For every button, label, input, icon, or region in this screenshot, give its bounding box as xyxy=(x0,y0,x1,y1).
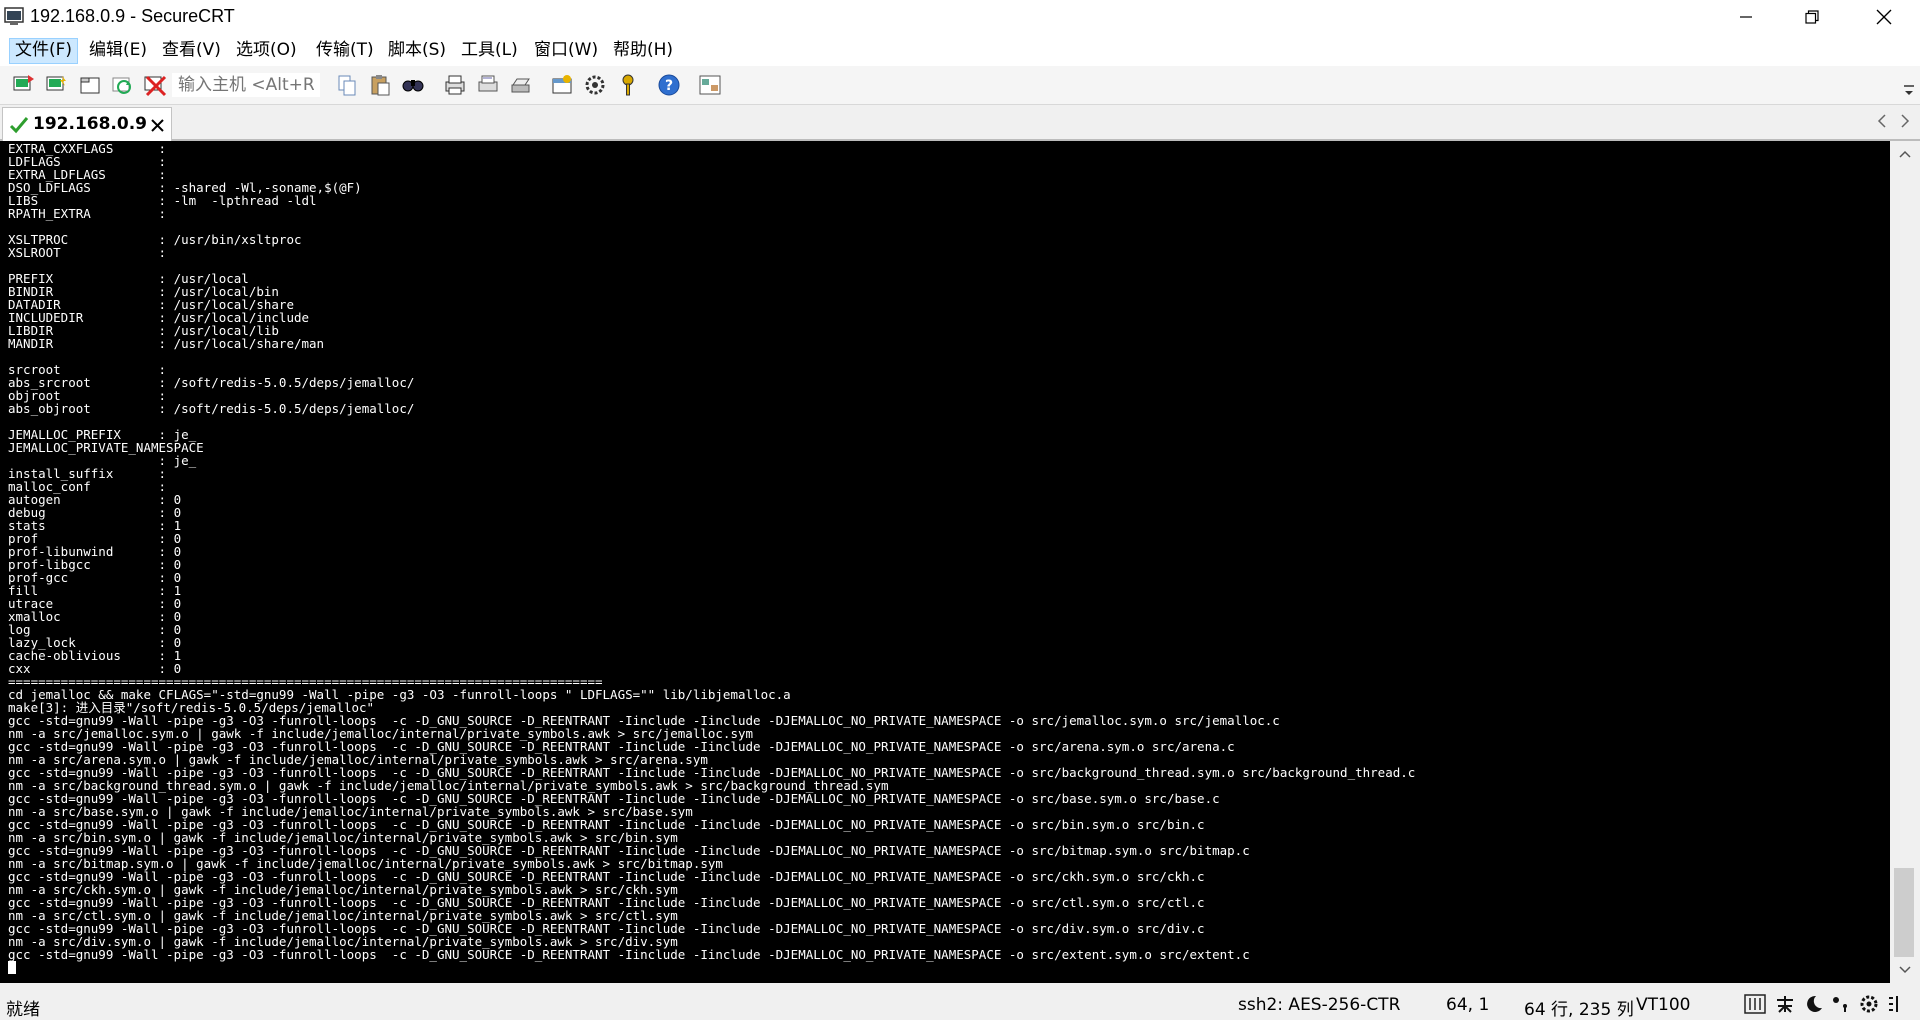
global-options-icon[interactable] xyxy=(583,73,607,97)
terminal-scrollbar[interactable] xyxy=(1890,141,1920,983)
scroll-up-icon[interactable] xyxy=(1898,149,1912,159)
restore-icon xyxy=(1805,10,1819,24)
menu-bar: 文件(F) 编辑(E) 查看(V) 选项(O) 传输(T) 脚本(S) 工具(L… xyxy=(0,34,1920,66)
keymap-icon[interactable] xyxy=(616,73,640,97)
tab-close-icon[interactable] xyxy=(151,119,164,132)
menu-tools[interactable]: 工具(L) xyxy=(456,38,523,62)
status-cursor-position: 64, 1 xyxy=(1446,995,1490,1015)
print-icon[interactable] xyxy=(443,73,467,97)
terminal-cursor xyxy=(8,961,16,974)
restore-button[interactable] xyxy=(1782,0,1842,34)
toolbar-overflow-icon[interactable] xyxy=(1902,82,1916,98)
scrollbar-thumb[interactable] xyxy=(1894,868,1914,957)
host-input[interactable] xyxy=(172,73,320,97)
close-icon xyxy=(1876,9,1892,25)
connect-in-tab-icon[interactable] xyxy=(78,73,102,97)
title-bar: 192.168.0.9 - SecureCRT xyxy=(0,0,1920,34)
session-tab[interactable]: 192.168.0.9 xyxy=(2,107,172,141)
terminal-line: MANDIR : /usr/local/share/man xyxy=(8,336,325,351)
disconnect-icon[interactable] xyxy=(143,73,167,97)
menu-edit[interactable]: 编辑(E) xyxy=(84,38,152,62)
status-terminal-size: 64 行, 235 列 xyxy=(1524,1000,1634,1020)
connected-check-icon xyxy=(9,117,29,134)
status-protocol: ssh2: AES-256-CTR xyxy=(1238,995,1401,1015)
minimize-button[interactable] xyxy=(1716,0,1776,34)
securecrt-app-icon xyxy=(4,7,24,25)
status-terminal-type: VT100 xyxy=(1636,995,1691,1015)
terminal-output[interactable]: EXTRA_CXXFLAGS : LDFLAGS : EXTRA_LDFLAGS :… xyxy=(0,141,1890,983)
window-title: 192.168.0.9 - SecureCRT xyxy=(30,6,235,26)
scroll-down-icon[interactable] xyxy=(1898,965,1912,975)
menu-options[interactable]: 选项(O) xyxy=(231,38,302,62)
help-icon[interactable]: ? xyxy=(657,73,681,97)
tab-bar: 192.168.0.9 xyxy=(0,105,1920,141)
print-selection-icon[interactable] xyxy=(476,73,500,97)
menu-window[interactable]: 窗口(W) xyxy=(529,38,603,62)
find-icon[interactable] xyxy=(401,73,425,97)
close-button[interactable] xyxy=(1854,0,1914,34)
chinese-english-icon[interactable] xyxy=(1774,994,1796,1014)
settings-icon[interactable] xyxy=(1858,994,1880,1014)
toolbar: ? xyxy=(0,66,1920,105)
terminal-line: abs_objroot : /soft/redis-5.0.5/deps/jem… xyxy=(8,401,415,416)
terminal-line: RPATH_EXTRA : xyxy=(8,206,167,221)
printer-icon[interactable] xyxy=(509,73,533,97)
menu-help[interactable]: 帮助(H) xyxy=(608,38,678,62)
copy-icon[interactable] xyxy=(335,73,359,97)
paste-icon[interactable] xyxy=(368,73,392,97)
punctuation-icon[interactable] xyxy=(1830,994,1852,1014)
system-tray xyxy=(1738,992,1920,1016)
tab-scroll-right-icon[interactable] xyxy=(1899,113,1911,129)
menu-view[interactable]: 查看(V) xyxy=(157,38,226,62)
minimize-icon xyxy=(1740,16,1752,18)
input-method-icon[interactable] xyxy=(1744,994,1766,1014)
quick-connect-icon[interactable] xyxy=(45,73,69,97)
menu-script[interactable]: 脚本(S) xyxy=(383,38,451,62)
reconnect-icon[interactable] xyxy=(110,73,134,97)
menu-transfer[interactable]: 传输(T) xyxy=(311,38,379,62)
status-bar: 就绪 ssh2: AES-256-CTR 64, 1 64 行, 235 列 V… xyxy=(0,986,1920,1020)
sftp-icon[interactable] xyxy=(698,73,722,97)
terminal-line: XSLROOT : xyxy=(8,245,167,260)
session-options-icon[interactable] xyxy=(550,73,574,97)
keyboard-icon[interactable] xyxy=(1886,994,1908,1014)
tab-label: 192.168.0.9 xyxy=(33,114,148,134)
status-ready: 就绪 xyxy=(6,1000,40,1020)
terminal-line: gcc -std=gnu99 -Wall -pipe -g3 -O3 -funr… xyxy=(8,947,1250,962)
menu-file[interactable]: 文件(F) xyxy=(9,38,79,64)
moon-icon[interactable] xyxy=(1802,994,1824,1014)
connect-icon[interactable] xyxy=(12,73,36,97)
svg-text:?: ? xyxy=(665,78,673,94)
tab-scroll-left-icon[interactable] xyxy=(1876,113,1888,129)
